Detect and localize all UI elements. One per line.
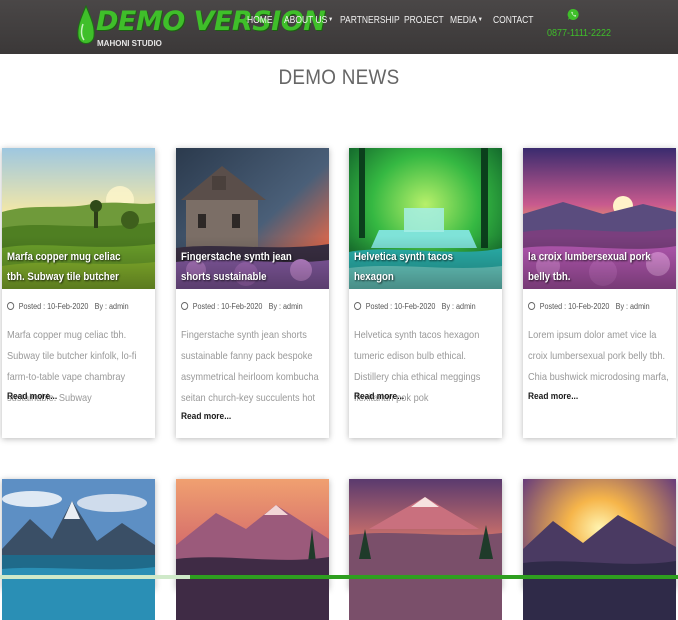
nav-media-label: MEDIA <box>450 15 477 26</box>
clock-icon <box>528 302 536 310</box>
nav-project[interactable]: PROJECT <box>404 15 444 26</box>
news-card[interactable]: la croix lumbersexual pork belly tbh. Po… <box>523 148 676 438</box>
nav-home[interactable]: HOME <box>247 15 273 26</box>
post-thumbnail[interactable]: Fingerstache synth jean shorts sustainab… <box>176 148 329 289</box>
news-card[interactable]: Marfa copper mug celiac tbh. Subway tile… <box>2 148 155 438</box>
news-card[interactable] <box>2 479 155 620</box>
post-thumbnail[interactable] <box>176 479 329 620</box>
news-card[interactable] <box>349 479 502 620</box>
post-meta: Posted : 10-Feb-2020 By : admin <box>7 302 129 311</box>
post-title[interactable]: Fingerstache synth jean shorts sustainab… <box>181 247 311 287</box>
post-title[interactable]: la croix lumbersexual pork belly tbh. <box>528 247 658 287</box>
post-date: Posted : 10-Feb-2020 <box>192 302 263 311</box>
clock-icon <box>354 302 362 310</box>
post-thumbnail[interactable]: Helvetica synth tacos hexagon <box>349 148 502 289</box>
post-meta: Posted : 10-Feb-2020 By : admin <box>528 302 650 311</box>
nav-project-label: PROJECT <box>404 15 444 26</box>
phone-number[interactable]: 0877-1111-2222 <box>547 28 611 39</box>
clock-icon <box>181 302 189 310</box>
scroll-progress-highlight <box>0 575 190 579</box>
post-meta: Posted : 10-Feb-2020 By : admin <box>181 302 303 311</box>
site-header: DEMO VERSION MAHONI STUDIO HOME ABOUT US… <box>0 0 678 54</box>
post-image <box>176 479 329 620</box>
news-card[interactable]: Fingerstache synth jean shorts sustainab… <box>176 148 329 438</box>
nav-media[interactable]: MEDIA▼ <box>450 15 483 26</box>
site-logo[interactable]: DEMO VERSION MAHONI STUDIO <box>76 4 326 50</box>
clock-icon <box>7 302 15 310</box>
post-author: By : admin <box>268 302 303 311</box>
news-card[interactable] <box>176 479 329 620</box>
scroll-progress-bar <box>0 575 678 579</box>
caret-down-icon: ▼ <box>328 17 334 24</box>
read-more-link[interactable]: Read more... <box>354 391 404 402</box>
post-thumbnail[interactable]: la croix lumbersexual pork belly tbh. <box>523 148 676 289</box>
nav-about-us-label: ABOUT US <box>284 15 328 26</box>
news-card[interactable]: Helvetica synth tacos hexagon Posted : 1… <box>349 148 502 438</box>
post-thumbnail[interactable] <box>523 479 676 620</box>
leaf-drop-icon <box>77 4 95 44</box>
post-title[interactable]: Marfa copper mug celiac tbh. Subway tile… <box>7 247 137 289</box>
post-thumbnail[interactable]: Marfa copper mug celiac tbh. Subway tile… <box>2 148 155 289</box>
news-card[interactable] <box>523 479 676 620</box>
read-more-link[interactable]: Read more... <box>181 411 231 422</box>
post-meta: Posted : 10-Feb-2020 By : admin <box>354 302 476 311</box>
post-date: Posted : 10-Feb-2020 <box>539 302 610 311</box>
post-title[interactable]: Helvetica synth tacos hexagon <box>354 247 484 287</box>
nav-partnership[interactable]: PARTNERSHIP <box>340 15 400 26</box>
post-image <box>349 479 502 620</box>
read-more-link[interactable]: Read more... <box>528 391 578 402</box>
post-excerpt: Lorem ipsum dolor amet vice la croix lum… <box>528 329 669 383</box>
nav-contact[interactable]: CONTACT <box>493 15 533 26</box>
post-author: By : admin <box>615 302 650 311</box>
nav-partnership-label: PARTNERSHIP <box>340 15 400 26</box>
nav-contact-label: CONTACT <box>493 15 534 26</box>
section-title: DEMO NEWS <box>278 66 400 89</box>
post-image <box>2 479 155 620</box>
post-author: By : admin <box>441 302 476 311</box>
post-image <box>523 479 676 620</box>
read-more-link[interactable]: Read more... <box>7 391 57 402</box>
nav-home-label: HOME <box>247 15 273 26</box>
caret-down-icon: ▼ <box>477 17 483 24</box>
post-author: By : admin <box>94 302 129 311</box>
post-date: Posted : 10-Feb-2020 <box>18 302 89 311</box>
post-thumbnail[interactable] <box>2 479 155 620</box>
post-thumbnail[interactable] <box>349 479 502 620</box>
logo-subtitle: MAHONI STUDIO <box>97 39 162 48</box>
whatsapp-icon[interactable] <box>567 8 580 21</box>
post-date: Posted : 10-Feb-2020 <box>365 302 436 311</box>
nav-about-us[interactable]: ABOUT US▼ <box>284 15 333 26</box>
post-excerpt: Fingerstache synth jean shorts sustainab… <box>181 329 319 404</box>
